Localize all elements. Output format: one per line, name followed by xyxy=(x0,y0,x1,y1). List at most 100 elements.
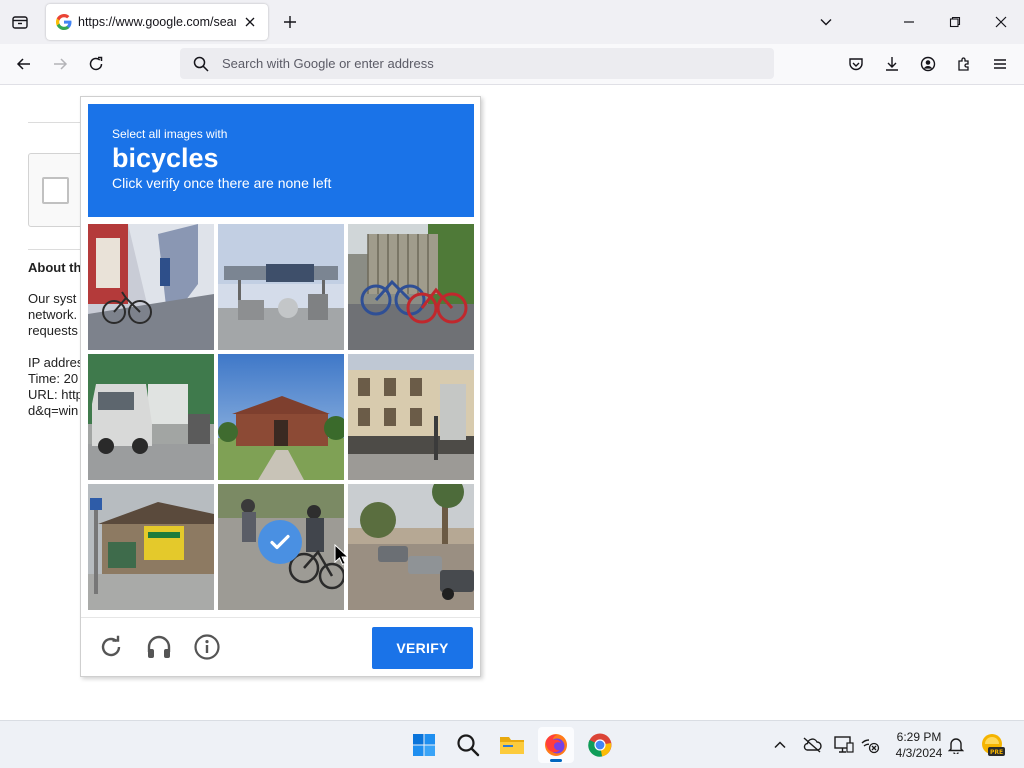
image-tile-7[interactable] xyxy=(88,484,214,610)
clock-time: 6:29 PM xyxy=(896,730,942,744)
image-tile-2[interactable] xyxy=(218,224,344,350)
folder-icon xyxy=(500,737,524,754)
download-icon xyxy=(886,57,898,71)
close-icon xyxy=(245,17,255,27)
list-all-tabs-button[interactable] xyxy=(812,8,840,36)
help-info-button[interactable] xyxy=(193,633,221,661)
monitor-icon xyxy=(834,736,854,753)
cloud-offline-icon xyxy=(803,737,822,753)
image-tile-6[interactable] xyxy=(348,354,474,480)
about-paragraph-line: network. xyxy=(28,307,78,322)
tab-list-button[interactable] xyxy=(6,8,34,36)
arrow-right-icon xyxy=(54,58,68,70)
back-button[interactable] xyxy=(10,50,38,78)
recaptcha-widget xyxy=(28,153,88,227)
browser-tab[interactable]: https://www.google.com/search?q= xyxy=(46,4,268,40)
chevron-up-icon xyxy=(774,741,786,749)
hamburger-menu-icon xyxy=(994,59,1006,69)
start-button[interactable] xyxy=(406,727,442,763)
image-tile-9[interactable] xyxy=(348,484,474,610)
account-button[interactable] xyxy=(914,50,942,78)
image-tile-5[interactable] xyxy=(218,354,344,480)
about-paragraph-line: requests xyxy=(28,323,78,338)
downloads-button[interactable] xyxy=(878,50,906,78)
captcha-challenge-dialog: Select all images with bicycles Click ve… xyxy=(80,96,481,677)
onedrive-tray-button[interactable] xyxy=(800,733,824,757)
bell-icon xyxy=(948,738,964,754)
reload-icon xyxy=(101,635,121,657)
info-icon xyxy=(194,634,220,660)
address-bar[interactable] xyxy=(180,48,774,79)
firefox-app[interactable] xyxy=(538,727,574,763)
firefox-icon xyxy=(545,734,567,756)
challenge-footer: VERIFY xyxy=(81,617,480,676)
verify-button[interactable]: VERIFY xyxy=(372,627,473,669)
plus-icon xyxy=(284,16,296,28)
tab-bar: https://www.google.com/search?q= xyxy=(0,0,1024,44)
notifications-button[interactable] xyxy=(944,733,968,757)
challenge-header: Select all images with bicycles Click ve… xyxy=(88,104,474,217)
reload-button[interactable] xyxy=(82,50,110,78)
headphones-icon xyxy=(147,635,171,658)
clock-date: 4/3/2024 xyxy=(895,746,943,760)
google-g-icon xyxy=(56,14,72,30)
close-icon xyxy=(995,16,1007,28)
show-hidden-icons-button[interactable] xyxy=(768,733,792,757)
search-icon xyxy=(192,55,210,73)
minimize-button[interactable] xyxy=(895,8,923,36)
forward-button[interactable] xyxy=(46,50,74,78)
chevron-down-icon xyxy=(820,19,832,26)
checkmark-icon xyxy=(270,534,290,550)
image-tile-8[interactable] xyxy=(218,484,344,610)
copilot-preview-button[interactable]: PRE xyxy=(980,732,1006,758)
image-tile-4[interactable] xyxy=(88,354,214,480)
minimize-icon xyxy=(904,21,914,23)
svg-text:PRE: PRE xyxy=(990,749,1003,756)
tab-title: https://www.google.com/search?q= xyxy=(78,15,236,29)
reload-challenge-button[interactable] xyxy=(97,633,125,661)
reload-icon xyxy=(89,56,103,71)
tab-list-icon xyxy=(12,16,28,29)
window-close-button[interactable] xyxy=(987,8,1015,36)
mouse-cursor-icon xyxy=(334,544,348,566)
pocket-button[interactable] xyxy=(842,50,870,78)
challenge-instruction: Select all images with xyxy=(112,127,228,141)
windows-logo-icon xyxy=(413,734,435,756)
puzzle-icon xyxy=(958,57,969,71)
address-input[interactable] xyxy=(222,56,742,71)
network-disconnected-icon xyxy=(861,739,880,754)
navigation-toolbar xyxy=(0,44,1024,85)
detail-line: d&q=win xyxy=(28,403,79,418)
arrow-left-icon xyxy=(16,58,30,70)
extensions-button[interactable] xyxy=(950,50,978,78)
new-tab-button[interactable] xyxy=(278,10,302,34)
detail-line: Time: 20 xyxy=(28,371,79,386)
chrome-icon xyxy=(588,733,612,757)
image-tile-1[interactable] xyxy=(88,224,214,350)
challenge-target-object: bicycles xyxy=(112,143,219,173)
taskbar-search-button[interactable] xyxy=(450,727,486,763)
recaptcha-checkbox[interactable] xyxy=(42,177,69,204)
about-paragraph-line: Our syst xyxy=(28,291,77,306)
detail-line: IP addres xyxy=(28,355,84,370)
image-tile-3[interactable] xyxy=(348,224,474,350)
tab-close-button[interactable] xyxy=(242,14,258,30)
menu-button[interactable] xyxy=(986,50,1014,78)
system-clock[interactable]: 6:29 PM 4/3/2024 xyxy=(886,729,952,761)
restore-icon xyxy=(949,16,961,28)
display-tray-button[interactable] xyxy=(832,733,856,757)
audio-challenge-button[interactable] xyxy=(145,633,173,661)
account-icon xyxy=(920,56,936,72)
selected-check-badge xyxy=(258,520,302,564)
challenge-sub-instruction: Click verify once there are none left xyxy=(112,175,332,191)
about-heading: About th xyxy=(28,260,82,275)
windows-taskbar: 6:29 PM 4/3/2024 PRE xyxy=(0,720,1024,768)
network-tray-button[interactable] xyxy=(858,733,882,757)
divider xyxy=(28,249,88,250)
file-explorer-app[interactable] xyxy=(494,727,530,763)
search-icon xyxy=(457,734,480,757)
chrome-app[interactable] xyxy=(582,727,618,763)
copilot-pre-icon: PRE xyxy=(982,734,1005,756)
restore-button[interactable] xyxy=(941,8,969,36)
detail-line: URL: http xyxy=(28,387,83,402)
